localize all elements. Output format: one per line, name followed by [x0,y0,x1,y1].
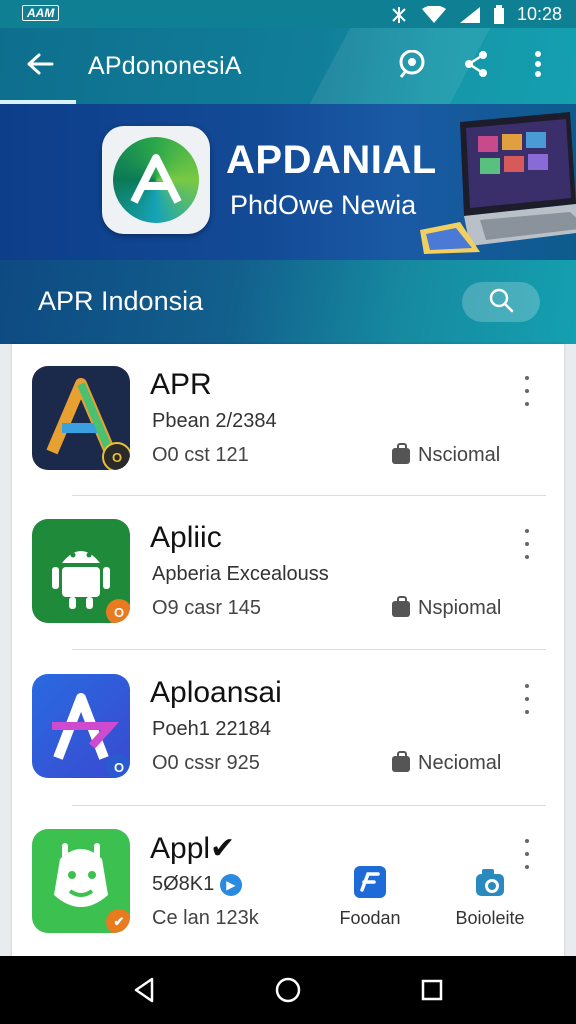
app-name: APR [150,368,212,401]
system-nav-bar [0,956,576,1024]
battery-icon [493,4,505,25]
search-header-title: APR Indonsia [38,286,204,316]
bag-icon [392,595,410,617]
app-badge: ✔ [106,909,130,933]
status-time: 10:28 [516,4,562,24]
app-stat: O0 cst 121 [152,444,249,466]
nav-recents-icon[interactable] [412,972,452,1008]
app-category: Nspiomal [392,595,501,620]
app-subtitle: 5Ø8K1 ▶ [152,873,242,896]
robot-face-icon: ✔ [32,829,130,933]
banner-title: APDANIAL [226,138,437,182]
camera-app-icon [472,864,508,900]
app-name: Apliic [150,521,222,554]
app-bar: APdononesiA [0,28,576,104]
promo-banner[interactable]: APDANIAL PhdOwe Newia [0,104,576,260]
app-stat: O9 casr 145 [152,597,261,619]
apr-logo-icon: O [32,366,130,470]
share-icon[interactable] [456,44,496,84]
search-header: APR Indonsia [0,260,576,344]
search-button[interactable] [462,282,540,322]
quick-action-boioleite[interactable]: Boioleite [440,864,540,929]
nav-home-icon[interactable] [268,972,308,1008]
app-subtitle: Pbean 2/2384 [152,410,277,432]
app-subtitle: Apberia Excealouss [152,563,329,585]
back-arrow-icon[interactable] [18,42,62,86]
quick-action-foodan[interactable]: Foodan [320,864,420,929]
banner-subtitle: PhdOwe Newia [230,190,417,220]
more-vert-icon[interactable] [518,529,536,559]
app-list: O APR Pbean 2/2384 O0 cst 121 Nsciomal O… [12,344,564,956]
wifi-icon [421,5,447,24]
app-stat: O0 cssr 925 [152,752,260,774]
app-name: Appl✔ [150,832,236,865]
aploansai-logo-icon: O [32,674,130,778]
nfc-icon [389,6,409,24]
list-item[interactable]: O Aploansai Poeh1 22184 O0 cssr 925 Neci… [12,652,564,806]
status-bar: AAM 10:28 [0,0,576,28]
list-item[interactable]: O Apliic Apberia Excealouss O9 casr 145 … [12,497,564,651]
app-subtitle: Poeh1 22184 [152,718,272,740]
eye-icon[interactable] [392,44,432,84]
app-logo-icon [102,126,210,234]
list-item[interactable]: O APR Pbean 2/2384 O0 cst 121 Nsciomal [12,344,564,498]
more-vert-icon[interactable] [518,684,536,714]
page-title: APdononesiA [88,52,242,80]
app-category: Neciomal [392,750,501,775]
signal-icon [459,6,481,24]
app-badge: O [102,442,130,470]
app-category: Nsciomal [392,442,500,467]
app-stat: Ce lan 123k [152,907,259,929]
search-icon [488,287,514,318]
foodan-app-icon [352,864,388,900]
verified-icon: ▶ [219,873,242,896]
app-badge: O [106,754,130,778]
laptop-illustration [420,112,576,254]
app-badge: O [106,599,130,623]
bag-icon [392,750,410,772]
bag-icon [392,442,410,464]
nav-back-icon[interactable] [124,972,164,1008]
more-vert-icon[interactable] [518,376,536,406]
android-icon: O [32,519,130,623]
status-badge: AAM [22,5,60,21]
app-name: Aploansai [150,676,282,709]
more-vert-icon[interactable] [518,44,558,84]
